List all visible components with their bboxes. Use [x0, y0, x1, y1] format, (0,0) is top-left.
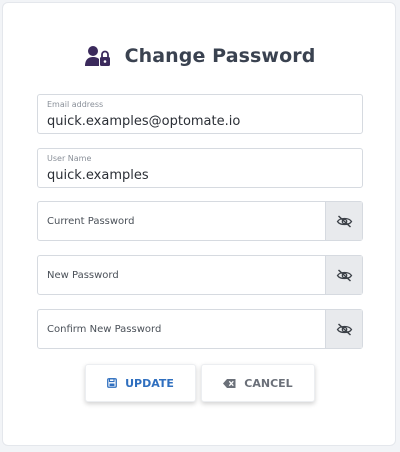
current-password-visibility-toggle[interactable]	[325, 202, 362, 240]
save-icon	[107, 378, 117, 388]
eye-slash-icon	[336, 268, 352, 282]
page-title: Change Password	[124, 45, 316, 67]
update-label: UPDATE	[125, 376, 174, 390]
backspace-icon	[223, 378, 236, 388]
update-button[interactable]: UPDATE	[85, 364, 196, 402]
page-header: Change Password	[3, 41, 397, 71]
confirm-password-input[interactable]: Confirm New Password	[38, 310, 325, 348]
email-label: Email address	[47, 100, 104, 109]
email-value[interactable]: quick.examples@optomate.io	[47, 114, 240, 129]
change-password-card: Change Password Email address quick.exam…	[2, 2, 396, 446]
new-password-field[interactable]: New Password	[37, 255, 363, 295]
new-password-visibility-toggle[interactable]	[325, 256, 362, 294]
eye-slash-icon	[336, 322, 352, 336]
user-lock-icon	[84, 46, 110, 66]
cancel-button[interactable]: CANCEL	[201, 364, 315, 402]
username-field[interactable]: User Name quick.examples	[37, 148, 363, 188]
email-field[interactable]: Email address quick.examples@optomate.io	[37, 94, 363, 134]
confirm-password-field[interactable]: Confirm New Password	[37, 309, 363, 349]
eye-slash-icon	[336, 214, 352, 228]
username-value[interactable]: quick.examples	[47, 168, 149, 183]
username-label: User Name	[47, 154, 92, 163]
new-password-input[interactable]: New Password	[38, 256, 325, 294]
confirm-password-visibility-toggle[interactable]	[325, 310, 362, 348]
current-password-input[interactable]: Current Password	[38, 202, 325, 240]
cancel-label: CANCEL	[244, 376, 293, 390]
current-password-field[interactable]: Current Password	[37, 201, 363, 241]
